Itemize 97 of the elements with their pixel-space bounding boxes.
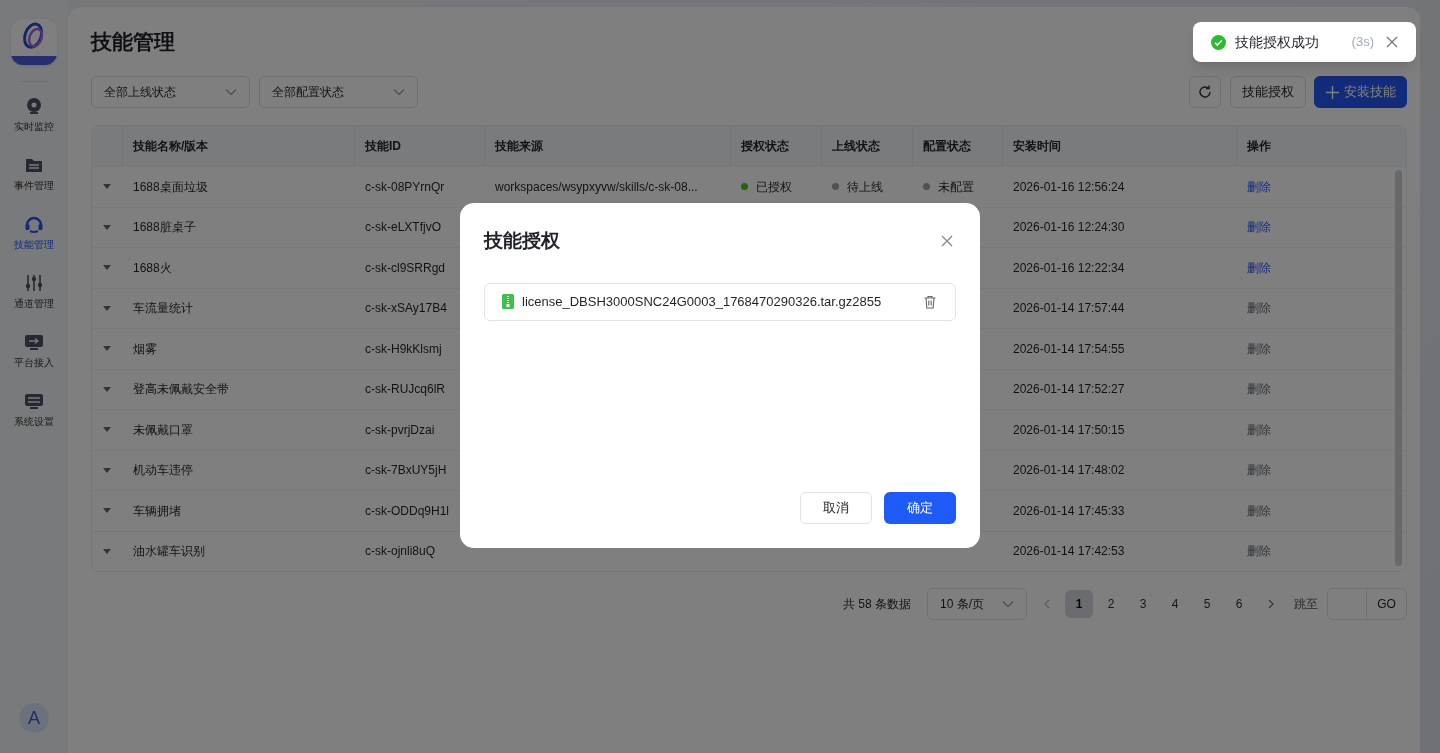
cancel-button[interactable]: 取消 xyxy=(800,492,872,524)
install-button[interactable]: 安装技能 xyxy=(1314,76,1407,108)
skill-id: c-sk-xSAy17B4 xyxy=(365,301,447,316)
close-button[interactable] xyxy=(1386,36,1398,48)
refresh-icon xyxy=(1197,84,1213,100)
skill-name: 机动车违停 xyxy=(133,463,193,478)
expand-caret-icon[interactable] xyxy=(103,386,111,392)
plus-icon xyxy=(1325,85,1339,99)
jump-label: 跳至 xyxy=(1294,596,1318,613)
delete-link[interactable]: 删除 xyxy=(1247,179,1271,194)
skill-source: workspaces/wsypxyvw/skills/c-sk-08... xyxy=(495,179,698,194)
chevron-left-icon xyxy=(1044,599,1050,609)
delete-link[interactable]: 删除 xyxy=(1247,260,1271,275)
skill-name: 车辆拥堵 xyxy=(133,503,181,518)
skill-id: c-sk-08PYrnQr xyxy=(365,179,445,194)
filter-dropdown[interactable]: 全部配置状态 xyxy=(259,76,418,108)
install-time: 2026-01-14 17:45:33 xyxy=(1013,503,1125,518)
logo-icon xyxy=(11,19,57,65)
expand-caret-icon[interactable] xyxy=(103,427,111,433)
install-time: 2026-01-14 17:42:53 xyxy=(1013,544,1125,559)
delete-button[interactable] xyxy=(923,294,937,309)
monitor-icon xyxy=(24,391,44,411)
column-header: 操作 xyxy=(1247,138,1271,155)
skill-name: 油水罐车识别 xyxy=(133,544,205,559)
column-header: 上线状态 xyxy=(832,138,880,155)
expand-caret-icon[interactable] xyxy=(103,548,111,554)
skill-id: c-sk-H9kKlsmj xyxy=(365,341,442,356)
skill-name: 1688火 xyxy=(133,260,172,275)
column-header: 技能名称/版本 xyxy=(133,138,209,155)
install-time: 2026-01-14 17:52:27 xyxy=(1013,382,1125,397)
skill-id: c-sk-RUJcq6lR xyxy=(365,382,445,397)
skill-name: 车流量统计 xyxy=(133,301,193,316)
filter-dropdown[interactable]: 全部上线状态 xyxy=(91,76,250,108)
skill-id: c-sk-pvrjDzai xyxy=(365,422,435,437)
file-name: license_DBSH3000SNC24G0003_1768470290326.tar.gz2855 xyxy=(522,292,882,311)
skill-id: c-sk-ojnli8uQ xyxy=(365,544,436,559)
refresh-button[interactable] xyxy=(1189,76,1221,108)
skill-name: 登高未佩戴安全带 xyxy=(133,382,229,397)
headset-icon xyxy=(24,214,44,234)
status-text: 已授权 xyxy=(756,178,792,196)
delete-link[interactable]: 删除 xyxy=(1247,220,1271,235)
install-time: 2026-01-14 17:54:55 xyxy=(1013,341,1125,356)
skill-name: 烟雾 xyxy=(133,341,157,356)
success-icon xyxy=(1211,34,1226,50)
confirm-button[interactable]: 确定 xyxy=(884,492,956,524)
nav-item[interactable]: 系统设置 xyxy=(14,391,54,428)
dialog-title: 技能授权 xyxy=(484,229,560,253)
chevron-down-icon xyxy=(393,88,405,96)
page-button[interactable]: 1 xyxy=(1065,590,1093,618)
go-button[interactable]: GO xyxy=(1367,588,1407,620)
camera-icon xyxy=(24,96,44,116)
skill-id: c-sk-ODDq9H1l xyxy=(365,503,449,518)
column-header: 安装时间 xyxy=(1013,138,1061,155)
authorize-button[interactable]: 技能授权 xyxy=(1230,76,1306,108)
expand-caret-icon[interactable] xyxy=(103,346,111,352)
skill-name: 1688脏桌子 xyxy=(133,220,196,235)
nav-item[interactable]: 平台接入 xyxy=(14,332,54,369)
trash-icon xyxy=(923,294,937,309)
skill-id: c-sk-7BxUY5jH xyxy=(365,463,447,478)
column-header: 技能ID xyxy=(365,138,401,155)
status-text: 待上线 xyxy=(847,178,883,196)
chevron-down-icon xyxy=(1002,600,1014,608)
install-time: 2026-01-14 17:57:44 xyxy=(1013,301,1125,316)
expand-caret-icon[interactable] xyxy=(103,265,111,271)
nav-item[interactable]: 事件管理 xyxy=(14,155,54,192)
total-count: 共 58 条数据 xyxy=(843,596,911,613)
install-time: 2026-01-14 17:48:02 xyxy=(1013,463,1125,478)
file-icon xyxy=(502,294,514,309)
toast-message: 技能授权成功 xyxy=(1235,32,1319,52)
sliders-icon xyxy=(24,273,44,293)
page-title: 技能管理 xyxy=(91,29,175,55)
chevron-right-icon xyxy=(1268,599,1274,609)
column-header: 配置状态 xyxy=(923,138,971,155)
chevron-down-icon xyxy=(225,88,237,96)
expand-caret-icon[interactable] xyxy=(103,224,111,230)
page-size-dropdown[interactable]: 10 条/页 xyxy=(927,588,1027,620)
status-text: 未配置 xyxy=(938,178,974,196)
install-time: 2026-01-16 12:22:34 xyxy=(1013,260,1125,275)
nav-item[interactable]: 通道管理 xyxy=(14,273,54,310)
skill-name: 1688桌面垃圾 xyxy=(133,179,208,194)
install-time: 2026-01-16 12:24:30 xyxy=(1013,220,1125,235)
install-time: 2026-01-16 12:56:24 xyxy=(1013,179,1125,194)
skill-id: c-sk-eLXTfjvO xyxy=(365,220,441,235)
skill-id: c-sk-cl9SRRgd xyxy=(365,260,445,275)
monitor-arrow-icon xyxy=(24,332,44,352)
nav-item[interactable]: 实时监控 xyxy=(14,96,54,133)
skill-name: 未佩戴口罩 xyxy=(133,422,193,437)
column-header: 授权状态 xyxy=(741,138,789,155)
expand-caret-icon[interactable] xyxy=(103,184,111,190)
column-header: 技能来源 xyxy=(495,138,543,155)
install-time: 2026-01-14 17:50:15 xyxy=(1013,422,1125,437)
user-avatar[interactable]: A xyxy=(19,703,49,733)
countdown: (3s) xyxy=(1351,33,1374,52)
expand-caret-icon[interactable] xyxy=(103,508,111,514)
expand-caret-icon[interactable] xyxy=(103,305,111,311)
expand-caret-icon[interactable] xyxy=(103,467,111,473)
nav-item[interactable]: 技能管理 xyxy=(14,214,54,251)
